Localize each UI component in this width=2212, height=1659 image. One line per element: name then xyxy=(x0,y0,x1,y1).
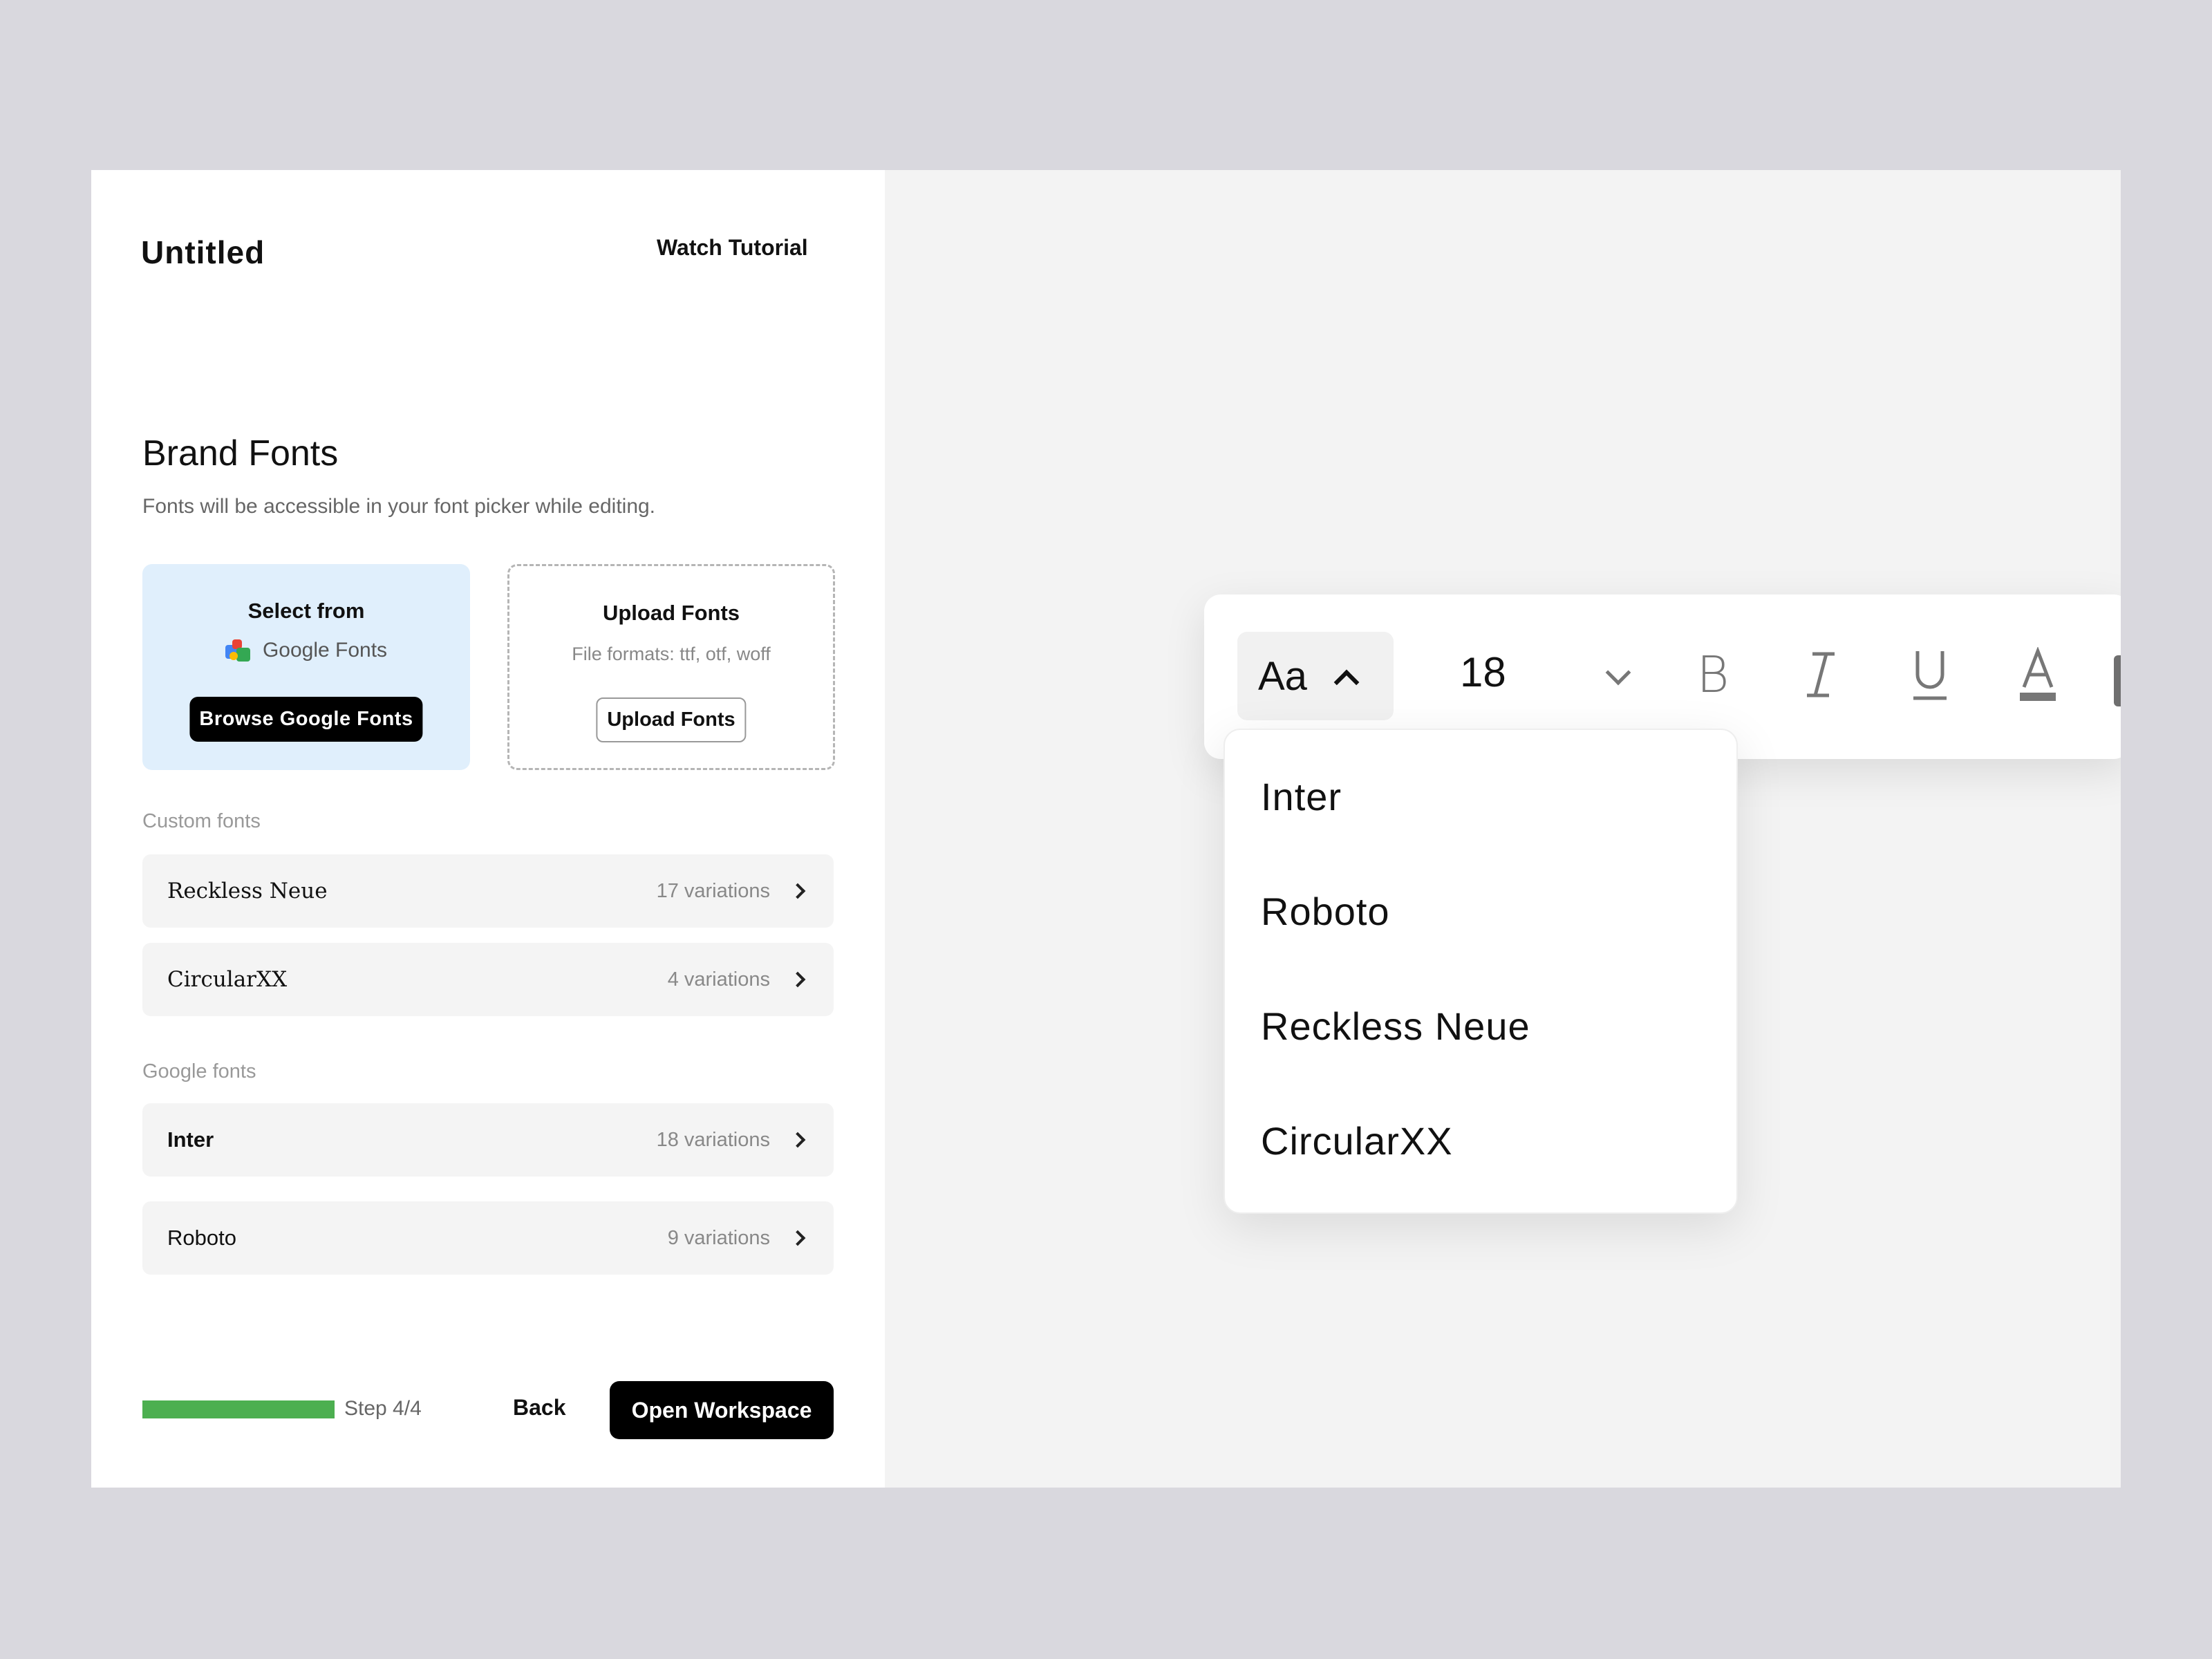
progress-bar xyxy=(142,1400,335,1418)
font-option-inter[interactable]: Inter xyxy=(1261,774,1342,819)
font-name: Inter xyxy=(167,1127,214,1152)
font-row-roboto[interactable]: Roboto 9 variations xyxy=(142,1201,834,1275)
font-picker-toggle[interactable]: Aa xyxy=(1237,632,1394,720)
google-fonts-card: Select from Google Fonts Browse Google F… xyxy=(142,564,470,770)
custom-fonts-label: Custom fonts xyxy=(142,810,261,832)
variation-count: 9 variations xyxy=(667,1226,770,1249)
chevron-right-icon xyxy=(789,1132,806,1148)
bold-icon[interactable]: B xyxy=(1685,646,1741,704)
highlight-icon[interactable]: A xyxy=(2114,655,2121,706)
open-workspace-button[interactable]: Open Workspace xyxy=(610,1381,834,1439)
font-dropdown: Inter Roboto Reckless Neue CircularXX xyxy=(1224,729,1738,1214)
font-row-circularxx[interactable]: CircularXX 4 variations xyxy=(142,943,834,1016)
watch-tutorial-link[interactable]: Watch Tutorial xyxy=(657,235,808,261)
upload-formats: File formats: ttf, otf, woff xyxy=(572,644,771,664)
variation-count: 4 variations xyxy=(667,968,770,991)
font-name: Reckless Neue xyxy=(167,879,328,903)
underline-icon[interactable] xyxy=(1902,647,1958,702)
font-option-circularxx[interactable]: CircularXX xyxy=(1261,1118,1453,1163)
page-title: Brand Fonts xyxy=(142,433,339,474)
font-name: Roboto xyxy=(167,1226,236,1250)
font-option-reckless-neue[interactable]: Reckless Neue xyxy=(1261,1004,1530,1049)
google-card-title: Select from xyxy=(247,599,365,623)
upload-card-title: Upload Fonts xyxy=(602,601,740,625)
font-name: CircularXX xyxy=(167,967,288,992)
upload-fonts-button[interactable]: Upload Fonts xyxy=(596,697,747,742)
app-title: Untitled xyxy=(141,234,265,270)
font-row-reckless-neue[interactable]: Reckless Neue 17 variations xyxy=(142,854,834,928)
google-fonts-label: Google fonts xyxy=(142,1060,256,1082)
google-fonts-brand: Google Fonts xyxy=(142,639,470,662)
onboarding-panel: Untitled Watch Tutorial Brand Fonts Font… xyxy=(91,170,885,1488)
variation-count: 18 variations xyxy=(656,1128,770,1151)
font-row-inter[interactable]: Inter 18 variations xyxy=(142,1103,834,1177)
step-indicator: Step 4/4 xyxy=(344,1397,422,1420)
app-window: Untitled Watch Tutorial Brand Fonts Font… xyxy=(91,170,2121,1488)
chevron-down-icon[interactable] xyxy=(1605,659,1631,686)
font-toggle-label: Aa xyxy=(1258,653,1307,699)
variation-count: 17 variations xyxy=(656,879,770,902)
italic-icon[interactable] xyxy=(1793,647,1848,702)
upload-fonts-card[interactable]: Upload Fonts File formats: ttf, otf, wof… xyxy=(507,564,835,770)
browse-google-fonts-button[interactable]: Browse Google Fonts xyxy=(189,697,423,742)
page-subtitle: Fonts will be accessible in your font pi… xyxy=(142,495,656,518)
font-option-roboto[interactable]: Roboto xyxy=(1261,889,1390,934)
google-fonts-wordmark: Google Fonts xyxy=(262,639,388,662)
google-fonts-icon xyxy=(225,639,253,662)
chevron-right-icon xyxy=(789,971,806,988)
chevron-up-icon xyxy=(1333,669,1360,695)
chevron-right-icon xyxy=(789,883,806,899)
back-button[interactable]: Back xyxy=(513,1395,566,1421)
text-color-icon[interactable] xyxy=(2010,647,2065,702)
chevron-right-icon xyxy=(789,1230,806,1246)
font-size-value[interactable]: 18 xyxy=(1460,648,1506,696)
